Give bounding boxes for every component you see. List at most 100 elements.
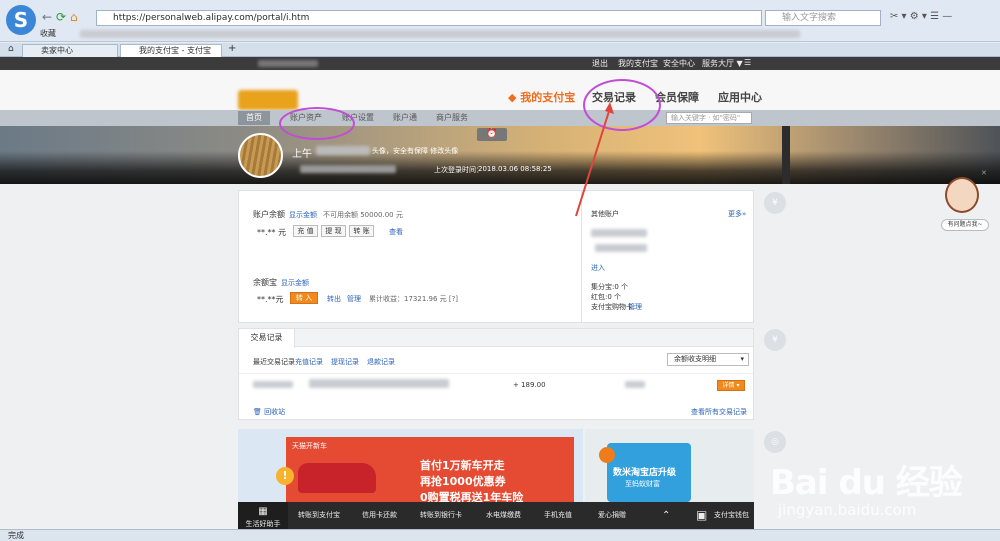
more-link[interactable]: 更多» <box>728 209 746 219</box>
side-icon-1[interactable]: ¥ <box>764 192 786 214</box>
logout-link[interactable]: 退出 <box>592 58 608 69</box>
other-blur-1 <box>591 229 647 237</box>
bb-transfer-bank[interactable]: 转账到银行卡 <box>420 502 462 529</box>
yuebao-out-link[interactable]: 转出 <box>327 294 341 304</box>
alarm-icon[interactable]: ⏰ <box>477 128 507 141</box>
recycle-link[interactable]: 🗑 回收站 <box>253 407 285 417</box>
address-bar[interactable]: https://personalweb.alipay.com/portal/i.… <box>96 10 762 26</box>
chevron-up-icon[interactable]: ⌃ <box>662 502 670 529</box>
favorites-label[interactable]: 收藏 <box>40 29 56 38</box>
bb-donate[interactable]: 爱心捐赠 <box>598 502 626 529</box>
subnav-tong[interactable]: 账户通 <box>385 111 425 125</box>
car-icon <box>298 463 376 493</box>
browser-toolbar: S ← ⟳ ⌂ https://personalweb.alipay.com/p… <box>0 0 1000 42</box>
tab-seller-center[interactable]: 卖家中心 <box>22 44 118 57</box>
yuebao-show-link[interactable]: 显示金额 <box>281 278 309 288</box>
withdraw-records-link[interactable]: 提现记录 <box>331 357 359 367</box>
subnav-merchant[interactable]: 商户服务 <box>428 111 476 125</box>
filter-select[interactable]: 余额收支明细 ▾ <box>667 353 749 366</box>
refresh-icon[interactable]: ⟳ <box>56 10 66 24</box>
yuebao-label: 余额宝 <box>253 278 277 287</box>
ad2-line2: 至蚂蚁财富 <box>625 480 660 488</box>
trash-icon: 🗑 <box>253 408 265 416</box>
helper-label[interactable]: 有问题点我~ <box>941 219 989 231</box>
bb-wallet[interactable]: 支付宝钱包 <box>714 502 749 529</box>
enter-link[interactable]: 进入 <box>591 263 605 273</box>
subnav-home[interactable]: 首页 <box>238 111 270 125</box>
recycle-label: 回收站 <box>264 408 286 416</box>
menu-icon[interactable]: ☰ <box>744 58 751 67</box>
username-blur <box>258 60 318 67</box>
yuebao-manage-link[interactable]: 管理 <box>347 294 361 304</box>
nav-member[interactable]: 会员保障 <box>655 89 699 105</box>
top-bar: 退出 我的支付宝 安全中心 服务大厅 ▼ ☰ <box>0 57 1000 70</box>
tower <box>782 126 790 184</box>
browser-search-input[interactable]: 输入文字搜索 <box>765 10 881 26</box>
bb-credit[interactable]: 信用卡还款 <box>362 502 397 529</box>
other-blur-2 <box>595 244 647 252</box>
grid-icon: ▦ <box>258 506 268 517</box>
tools-icon[interactable]: ✂ ▾ ⚙ ▾ ☰ — <box>890 11 952 22</box>
ad-left[interactable]: ! 天猫开新车 首付1万新车开走 再抢1000优惠券 0购置税再送1年车险 <box>238 429 583 504</box>
hongbao: 红包:0 个 <box>591 293 622 301</box>
bb-phone[interactable]: 手机充值 <box>544 502 572 529</box>
watermark-sub: jingyan.baidu.com <box>778 501 917 519</box>
withdraw-button[interactable]: 提 现 <box>321 225 346 237</box>
security-link[interactable]: 安全中心 <box>663 58 695 69</box>
card-manage-link[interactable]: 管理 <box>628 302 642 312</box>
transfer-button[interactable]: 转 账 <box>349 225 374 237</box>
new-tab-button[interactable]: + <box>228 43 236 54</box>
refund-records-link[interactable]: 退款记录 <box>367 357 395 367</box>
yuebao-amount: **.**元 <box>257 295 284 304</box>
view-all-records-link[interactable]: 查看所有交易记录 <box>691 407 747 417</box>
nav-apps[interactable]: 应用中心 <box>718 89 762 105</box>
helper-avatar-icon[interactable] <box>945 177 979 213</box>
yuebao-in-button[interactable]: 转 入 <box>290 292 318 304</box>
chevron-down-icon: ▾ <box>740 355 744 363</box>
ad-right[interactable]: 数米淘宝店升级 至蚂蚁财富 <box>585 429 754 502</box>
records-header <box>239 329 753 347</box>
recent-label: 最近交易记录 <box>253 358 295 366</box>
browser-logo-icon[interactable]: S <box>6 5 36 35</box>
heart-icon <box>599 447 615 463</box>
favorites-items <box>80 30 800 38</box>
exclaim-icon: ! <box>276 467 294 485</box>
row-amount: + 189.00 <box>513 381 546 389</box>
records-tab[interactable]: 交易记录 <box>239 329 295 348</box>
annotation-arrow <box>575 102 614 217</box>
qr-icon[interactable]: ▣ <box>696 502 707 529</box>
recharge-records-link[interactable]: 充值记录 <box>295 357 323 367</box>
yuebao-income: 累计收益：17321.96 元 [?] <box>369 295 459 303</box>
life-helper-label: 生活好助手 <box>245 520 281 528</box>
balance-show-link[interactable]: 显示金额 <box>289 210 317 220</box>
row-status-blur <box>625 381 645 388</box>
greeting: 上午 <box>292 149 312 160</box>
side-icon-3[interactable]: ◎ <box>764 431 786 453</box>
ad1-tag: 天猫开新车 <box>292 442 327 450</box>
security-text[interactable]: 头像，安全有保障 修改头像 <box>372 146 458 156</box>
back-icon[interactable]: ← <box>42 10 52 24</box>
mine-link[interactable]: 我的支付宝 <box>618 58 658 69</box>
nav-mine[interactable]: ◆ 我的支付宝 <box>508 89 575 105</box>
name-blur <box>316 146 370 155</box>
helper-close-icon[interactable]: ✕ <box>981 169 987 177</box>
tab-alipay[interactable]: 我的支付宝 - 支付宝 <box>120 44 222 57</box>
alipay-logo[interactable] <box>238 90 298 110</box>
last-login-value: 2018.03.06 08:58:25 <box>478 165 552 173</box>
bottom-bar: ▦ 生活好助手 转账到支付宝 信用卡还款 转账到银行卡 水电煤缴费 手机充值 爱… <box>238 502 754 529</box>
row-desc-blur <box>309 379 449 388</box>
service-link[interactable]: 服务大厅 ▼ <box>702 58 743 69</box>
life-helper[interactable]: ▦ 生活好助手 <box>238 502 288 529</box>
avatar[interactable] <box>238 133 283 178</box>
site-search-input[interactable]: 输入关键字 · 如"密码" <box>666 112 752 124</box>
status-bar: 完成 <box>0 529 1000 541</box>
favorites-bar: 收藏 <box>40 28 56 40</box>
side-icon-2[interactable]: ¥ <box>764 329 786 351</box>
home-tab-icon[interactable]: ⌂ <box>8 44 14 54</box>
recharge-button[interactable]: 充 值 <box>293 225 318 237</box>
row-detail-button[interactable]: 详情 ▾ <box>717 380 745 391</box>
home-icon[interactable]: ⌂ <box>70 10 78 24</box>
bb-transfer-alipay[interactable]: 转账到支付宝 <box>298 502 340 529</box>
bb-utility[interactable]: 水电煤缴费 <box>486 502 521 529</box>
view-link[interactable]: 查看 <box>389 227 403 237</box>
